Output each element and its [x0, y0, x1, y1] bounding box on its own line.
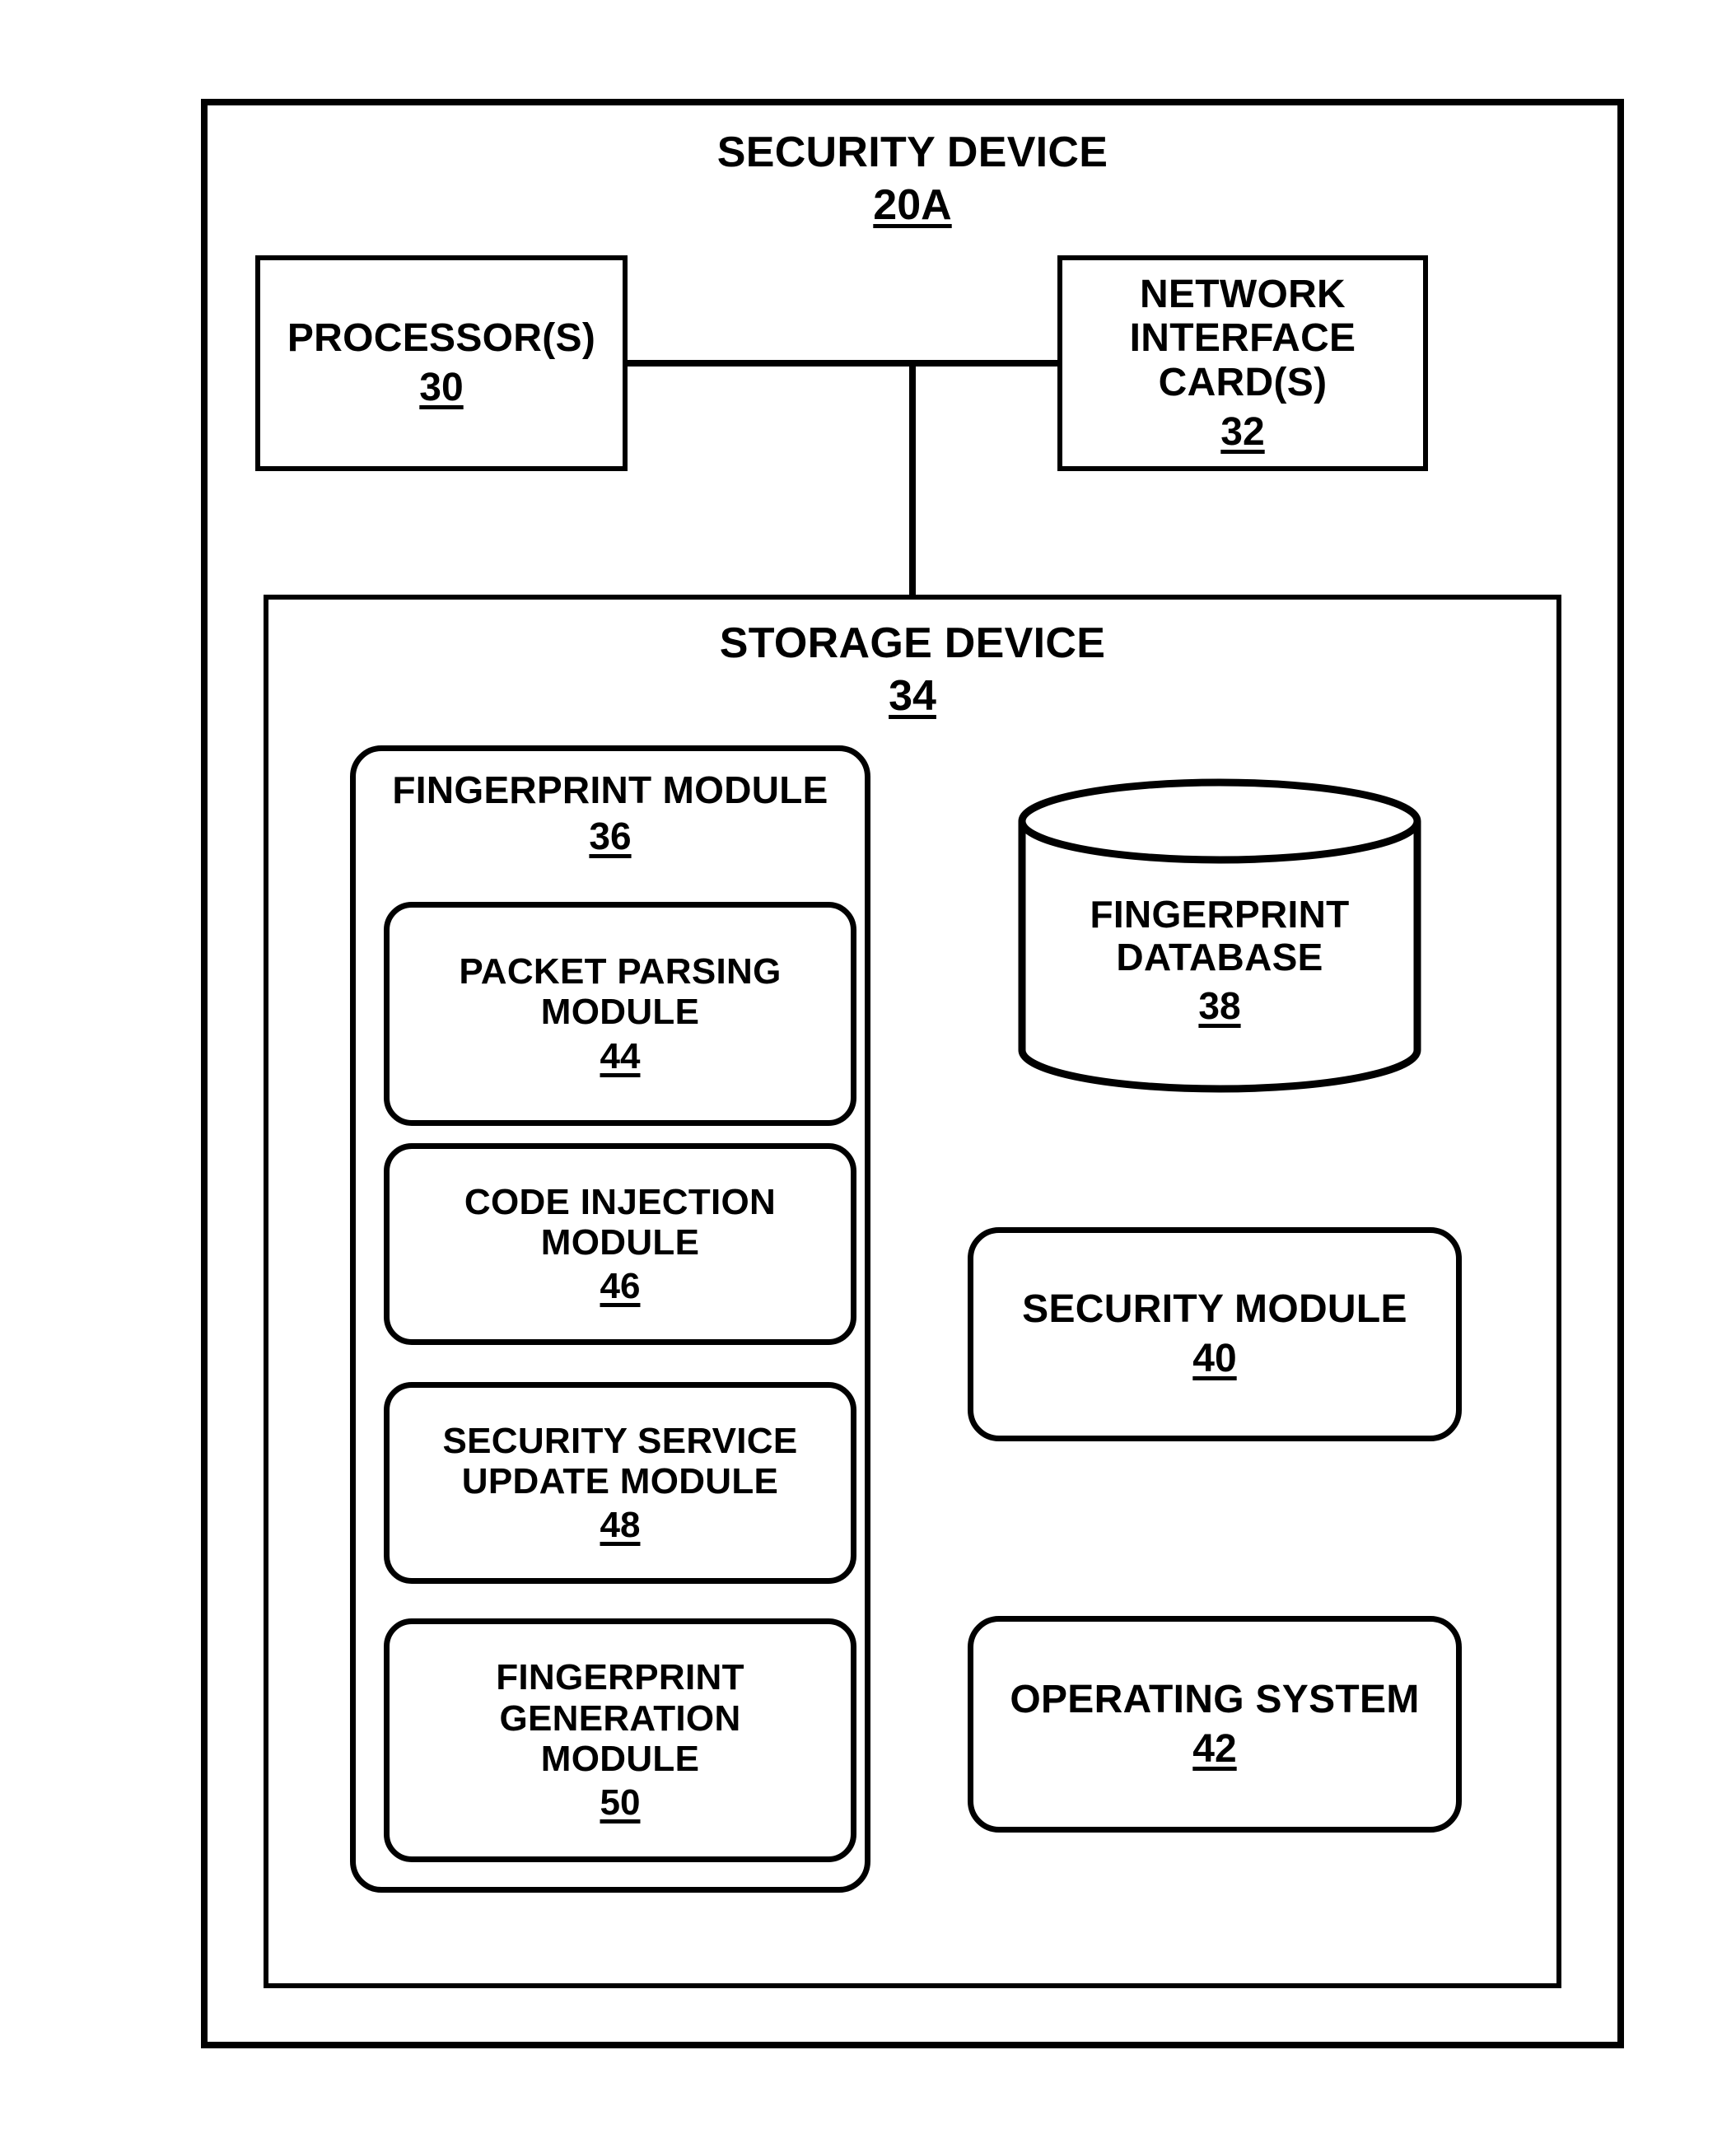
processor-label: PROCESSOR(S) — [287, 316, 596, 361]
bus-connector-vertical — [909, 360, 916, 599]
operating-system-reference-number: 42 — [1192, 1726, 1237, 1771]
operating-system-label: OPERATING SYSTEM — [1010, 1677, 1420, 1721]
processor-reference-number: 30 — [419, 366, 464, 409]
fingerprint-generation-module-block: FINGERPRINT GENERATION MODULE 50 — [384, 1618, 856, 1862]
fingerprint-generation-module-label: FINGERPRINT GENERATION MODULE — [496, 1657, 744, 1779]
operating-system-block: OPERATING SYSTEM 42 — [968, 1616, 1462, 1833]
processor-block: PROCESSOR(S) 30 — [255, 255, 628, 471]
network-interface-card-label: NETWORK INTERFACE CARD(S) — [1129, 272, 1356, 405]
packet-parsing-module-block: PACKET PARSING MODULE 44 — [384, 902, 856, 1126]
fingerprint-database-label: FINGERPRINT DATABASE — [1090, 893, 1350, 978]
network-interface-card-reference-number: 32 — [1220, 409, 1265, 454]
packet-parsing-module-reference-number: 44 — [600, 1035, 641, 1076]
security-module-label: SECURITY MODULE — [1022, 1287, 1407, 1332]
fingerprint-module-reference-number: 36 — [589, 814, 632, 857]
code-injection-module-reference-number: 46 — [600, 1266, 641, 1307]
security-service-update-module-reference-number: 48 — [600, 1505, 641, 1546]
security-device-reference-number: 20A — [873, 181, 952, 230]
fingerprint-database-reference-number: 38 — [1198, 984, 1241, 1028]
security-module-block: SECURITY MODULE 40 — [968, 1227, 1462, 1441]
fingerprint-module-label: FINGERPRINT MODULE — [392, 768, 828, 811]
security-module-reference-number: 40 — [1192, 1337, 1237, 1380]
packet-parsing-module-label: PACKET PARSING MODULE — [459, 951, 782, 1033]
diagram-canvas: SECURITY DEVICE 20A PROCESSOR(S) 30 NETW… — [0, 0, 1736, 2148]
storage-device-reference-number: 34 — [889, 672, 936, 721]
network-interface-card-block: NETWORK INTERFACE CARD(S) 32 — [1057, 255, 1428, 471]
fingerprint-database-text: FINGERPRINT DATABASE 38 — [1018, 893, 1421, 1028]
fingerprint-database-block: FINGERPRINT DATABASE 38 — [1018, 778, 1421, 1093]
storage-device-label: STORAGE DEVICE — [719, 619, 1106, 667]
bus-connector-horizontal — [624, 360, 1061, 367]
security-service-update-module-label: SECURITY SERVICE UPDATE MODULE — [442, 1420, 798, 1501]
code-injection-module-label: CODE INJECTION MODULE — [464, 1181, 777, 1263]
code-injection-module-block: CODE INJECTION MODULE 46 — [384, 1143, 856, 1345]
fingerprint-generation-module-reference-number: 50 — [600, 1782, 641, 1823]
security-device-label: SECURITY DEVICE — [716, 128, 1108, 176]
security-service-update-module-block: SECURITY SERVICE UPDATE MODULE 48 — [384, 1382, 856, 1584]
